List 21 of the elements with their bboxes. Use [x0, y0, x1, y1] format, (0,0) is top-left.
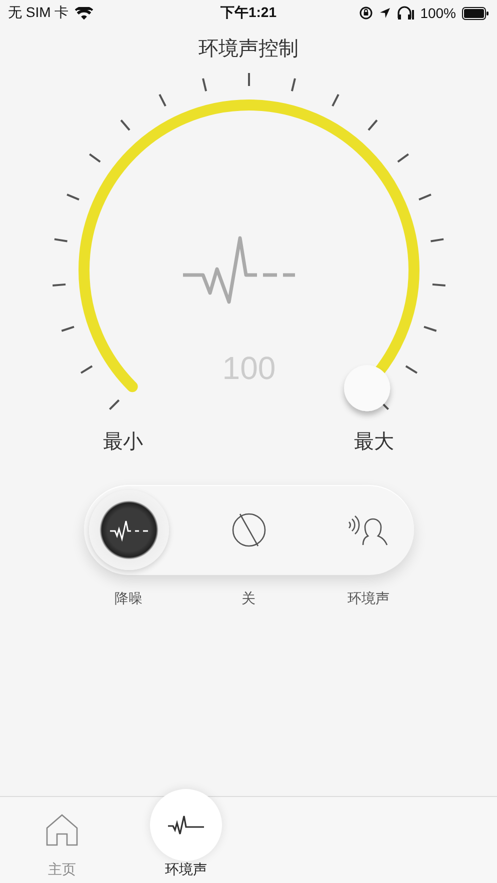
waveform-icon [108, 518, 148, 542]
tab[interactable]: 环境声 [124, 773, 248, 883]
min-label: 最小 [103, 428, 143, 455]
location-icon [379, 7, 392, 19]
battery-text: 100% [420, 5, 456, 21]
person-sound-icon [346, 513, 390, 547]
waveform-icon [182, 236, 296, 304]
mode-label: 降噪 [114, 590, 142, 608]
time-text: 下午1:21 [220, 4, 277, 22]
carrier-text: 无 SIM 卡 [8, 4, 69, 22]
max-label: 最大 [354, 428, 394, 455]
battery-icon [462, 6, 489, 20]
mode-label: 关 [242, 590, 256, 608]
mode-label: 环境声 [348, 590, 390, 608]
rotation-lock-icon [359, 6, 374, 20]
wifi-icon [74, 6, 93, 20]
prohibited-icon [230, 511, 268, 549]
home-icon [45, 813, 79, 847]
waveform-icon [167, 813, 205, 837]
headphones-icon [397, 6, 414, 20]
page-title: 环境声控制 [198, 35, 298, 62]
